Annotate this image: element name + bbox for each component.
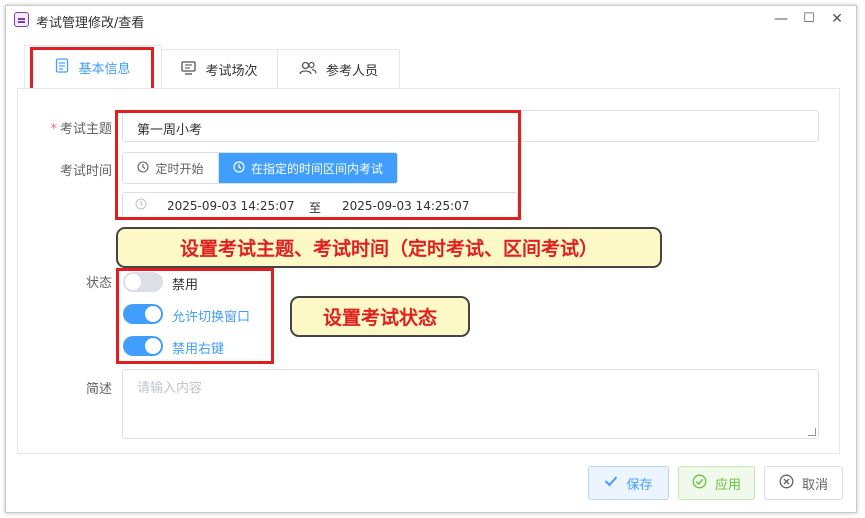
app-icon [14,12,29,27]
cancel-button-label: 取消 [801,477,828,493]
desc-label: 简述 [85,382,112,397]
subject-label-text: 考试主题 [59,122,112,137]
subject-label: * 考试主题 [42,118,112,137]
tab-exam-sessions[interactable]: 考试场次 [161,49,278,89]
close-circle-icon [779,474,794,493]
status-label: 状态 [85,276,112,291]
desc-placeholder: 请输入内容 [137,381,203,396]
check-circle-icon [692,474,707,493]
callout-subject-time: 设置考试主题、考试时间（定时考试、区间考试） [116,227,662,268]
apply-button-label: 应用 [714,477,741,493]
cancel-button[interactable]: 取消 [764,466,843,500]
tab-participants[interactable]: 参考人员 [277,49,400,89]
annotation-box-status [116,268,274,364]
tab-participants-label: 参考人员 [325,64,378,79]
required-mark: * [50,122,57,137]
apply-button[interactable]: 应用 [678,466,755,500]
desc-textarea[interactable]: 请输入内容 [122,369,819,439]
annotation-box-subject-time [115,110,521,220]
resize-handle[interactable] [808,428,816,436]
check-icon [604,475,618,491]
time-label: 考试时间 [59,164,112,179]
window-title: 考试管理修改/查看 [36,16,145,31]
callout-status: 设置考试状态 [290,296,470,337]
users-icon [299,61,317,79]
maximize-button[interactable]: ☐ [796,8,822,30]
save-button[interactable]: 保存 [588,466,669,500]
title-bar: 考试管理修改/查看 — ☐ ✕ [6,6,856,34]
close-button[interactable]: ✕ [824,8,850,30]
save-button-label: 保存 [626,477,653,493]
annotation-box-tab [30,47,154,91]
tab-exam-sessions-label: 考试场次 [205,64,258,79]
monitor-icon [181,60,197,79]
minimize-button[interactable]: — [768,8,794,30]
